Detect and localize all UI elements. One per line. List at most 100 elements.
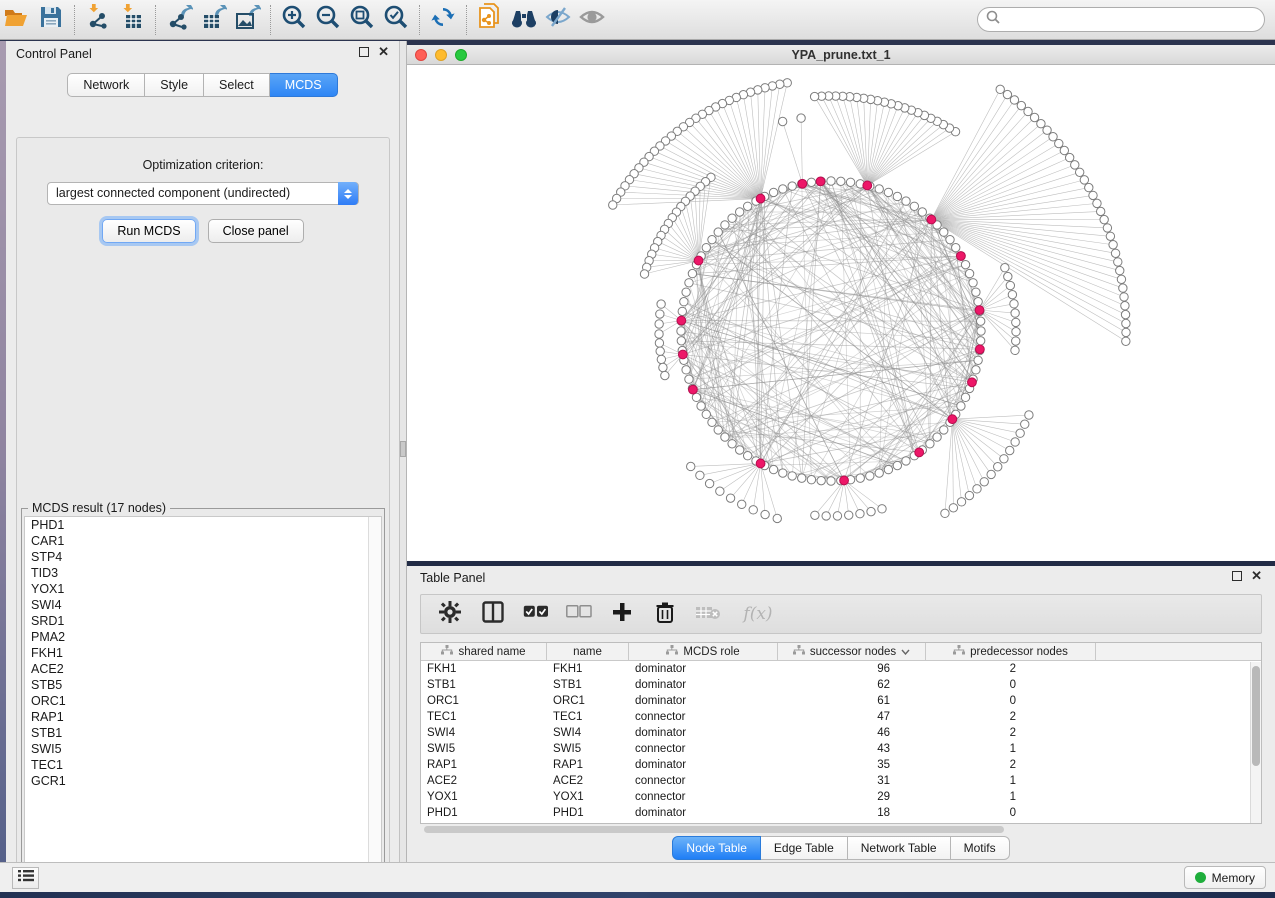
show-all-button[interactable]: [575, 3, 609, 37]
result-node[interactable]: SRD1: [25, 613, 381, 629]
table-row[interactable]: STB1STB1dominator620: [421, 677, 1261, 693]
table-horizontal-scrollbar[interactable]: [420, 826, 1262, 834]
result-node[interactable]: SWI4: [25, 597, 381, 613]
result-scrollbar[interactable]: [368, 517, 381, 877]
hide-selected-button[interactable]: [541, 3, 575, 37]
cell-name: ACE2: [547, 775, 629, 787]
result-node[interactable]: STB1: [25, 725, 381, 741]
result-node[interactable]: TID3: [25, 565, 381, 581]
network-window-titlebar[interactable]: YPA_prune.txt_1: [407, 45, 1275, 65]
result-node[interactable]: STB5: [25, 677, 381, 693]
refresh-button[interactable]: [426, 3, 460, 37]
minimize-window-icon[interactable]: [435, 49, 447, 61]
open-folder-icon: [4, 6, 30, 33]
network-canvas[interactable]: [407, 65, 1275, 560]
toolbar-separator: [419, 5, 420, 35]
tab-mcds[interactable]: MCDS: [270, 73, 338, 97]
result-node[interactable]: SWI5: [25, 741, 381, 757]
task-history-button[interactable]: [12, 867, 39, 889]
result-node[interactable]: PHD1: [25, 517, 381, 533]
cell-shared_name: ACE2: [421, 775, 547, 787]
result-node[interactable]: STP4: [25, 549, 381, 565]
export-image-button[interactable]: [230, 3, 264, 37]
table-row[interactable]: PHD1PHD1dominator180: [421, 805, 1261, 821]
delete-column-button[interactable]: [652, 601, 678, 627]
close-table-panel-icon[interactable]: ✕: [1251, 571, 1262, 581]
zoom-fit-button[interactable]: [345, 3, 379, 37]
scrollbar-thumb[interactable]: [1252, 666, 1260, 766]
tab-style[interactable]: Style: [145, 73, 204, 97]
result-node[interactable]: YOX1: [25, 581, 381, 597]
column-header-successor-nodes[interactable]: successor nodes: [778, 643, 926, 660]
cell-predecessor_nodes: 1: [926, 743, 1096, 755]
close-panel-icon[interactable]: ✕: [378, 47, 389, 57]
mcds-result-list[interactable]: PHD1CAR1STP4TID3YOX1SWI4SRD1PMA2FKH1ACE2…: [24, 516, 382, 878]
close-panel-button[interactable]: Close panel: [208, 219, 304, 243]
table-toolbar: f(x): [420, 594, 1262, 634]
table-row[interactable]: SWI4SWI4dominator462: [421, 725, 1261, 741]
network-graph[interactable]: [407, 65, 1275, 560]
table-row[interactable]: YOX1YOX1connector291: [421, 789, 1261, 805]
vertical-splitter[interactable]: [400, 41, 407, 862]
tab-motifs[interactable]: Motifs: [951, 836, 1010, 860]
first-neighbors-button[interactable]: [507, 3, 541, 37]
share-document-button[interactable]: [473, 3, 507, 37]
column-header-name[interactable]: name: [547, 643, 629, 660]
splitter-handle[interactable]: [400, 441, 406, 457]
table-row[interactable]: FKH1FKH1dominator962: [421, 661, 1261, 677]
import-network-button[interactable]: [81, 3, 115, 37]
search-input[interactable]: [1001, 10, 1264, 30]
table-settings-button[interactable]: [437, 601, 463, 627]
scrollbar-thumb[interactable]: [424, 826, 1004, 833]
open-session-button[interactable]: [0, 3, 34, 37]
network-search-box[interactable]: [977, 7, 1265, 32]
zoom-in-button[interactable]: [277, 3, 311, 37]
tab-node-table[interactable]: Node Table: [672, 836, 761, 860]
float-panel-icon[interactable]: [359, 47, 369, 57]
table-row[interactable]: ACE2ACE2connector311: [421, 773, 1261, 789]
table-row[interactable]: RAP1RAP1dominator352: [421, 757, 1261, 773]
tab-select[interactable]: Select: [204, 73, 270, 97]
result-node[interactable]: GCR1: [25, 773, 381, 789]
show-columns-button[interactable]: [480, 601, 506, 627]
memory-button[interactable]: Memory: [1184, 866, 1266, 889]
result-node[interactable]: ACE2: [25, 661, 381, 677]
select-all-button[interactable]: [523, 601, 549, 627]
eye-slash-icon: [544, 5, 572, 34]
column-header-predecessor-nodes[interactable]: predecessor nodes: [926, 643, 1096, 660]
tab-network[interactable]: Network: [67, 73, 145, 97]
result-node[interactable]: CAR1: [25, 533, 381, 549]
import-table-button[interactable]: [115, 3, 149, 37]
add-column-button[interactable]: [609, 601, 635, 627]
zoom-out-button[interactable]: [311, 3, 345, 37]
column-header-MCDS-role[interactable]: MCDS role: [629, 643, 778, 660]
result-node[interactable]: RAP1: [25, 709, 381, 725]
close-window-icon[interactable]: [415, 49, 427, 61]
run-mcds-button[interactable]: Run MCDS: [102, 219, 195, 243]
table-row[interactable]: SWI5SWI5connector431: [421, 741, 1261, 757]
zoom-selected-button[interactable]: [379, 3, 413, 37]
table-row[interactable]: TEC1TEC1connector472: [421, 709, 1261, 725]
column-header-shared-name[interactable]: shared name: [421, 643, 547, 660]
table-vertical-scrollbar[interactable]: [1250, 662, 1261, 823]
maximize-window-icon[interactable]: [455, 49, 467, 61]
control-panel-tabs: NetworkStyleSelectMCDS: [6, 73, 399, 97]
result-node[interactable]: FKH1: [25, 645, 381, 661]
tab-network-table[interactable]: Network Table: [848, 836, 951, 860]
function-builder-button-disabled: f(x): [738, 601, 778, 627]
export-table-button[interactable]: [196, 3, 230, 37]
cell-successor_nodes: 62: [778, 679, 926, 691]
deselect-all-button[interactable]: [566, 601, 592, 627]
save-session-button[interactable]: [34, 3, 68, 37]
export-image-icon: [233, 4, 261, 35]
float-table-panel-icon[interactable]: [1232, 571, 1242, 581]
export-network-button[interactable]: [162, 3, 196, 37]
eye-icon: [578, 5, 606, 34]
node-table[interactable]: shared namenameMCDS rolesuccessor nodesp…: [420, 642, 1262, 824]
optimization-criterion-select[interactable]: largest connected component (undirected): [47, 182, 359, 205]
result-node[interactable]: ORC1: [25, 693, 381, 709]
result-node[interactable]: PMA2: [25, 629, 381, 645]
result-node[interactable]: TEC1: [25, 757, 381, 773]
table-row[interactable]: ORC1ORC1dominator610: [421, 693, 1261, 709]
tab-edge-table[interactable]: Edge Table: [761, 836, 848, 860]
